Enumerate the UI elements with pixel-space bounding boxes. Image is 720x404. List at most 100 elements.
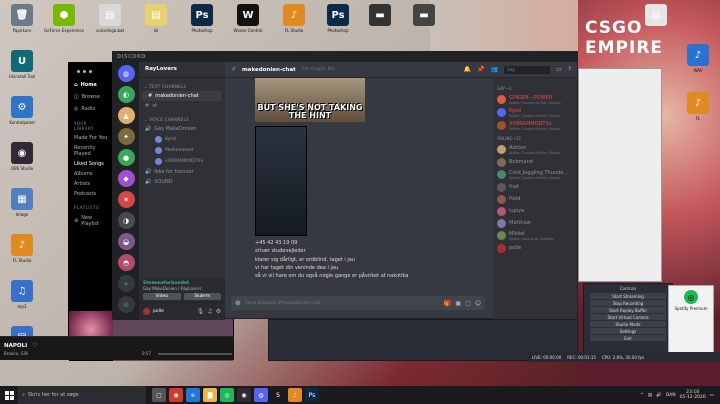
gif-icon[interactable]: ▣ bbox=[455, 300, 461, 307]
server-name[interactable]: RayLovers bbox=[139, 62, 225, 78]
desktop-icon[interactable]: ⬢ GeForce Experience bbox=[44, 4, 84, 33]
obs-preview-panel[interactable] bbox=[578, 68, 662, 282]
obs-control-button[interactable]: Stop Recording bbox=[590, 300, 666, 306]
explore-servers-icon[interactable]: ⊘ bbox=[117, 296, 135, 313]
screenshot-image[interactable] bbox=[255, 126, 307, 236]
taskbar-app-icon[interactable]: S bbox=[271, 388, 285, 402]
meme-image[interactable]: BUT SHE'S NOT TAKING THE HINT bbox=[255, 78, 365, 122]
avatar[interactable] bbox=[143, 308, 150, 315]
text-channel[interactable]: # xt bbox=[139, 101, 225, 111]
desktop-icon[interactable]: ◉ OBS Studio bbox=[2, 142, 42, 171]
server-icon[interactable]: ● bbox=[117, 149, 135, 166]
obs-control-button[interactable]: Settings bbox=[590, 328, 666, 334]
taskbar-app-icon[interactable]: ◉ bbox=[169, 388, 183, 402]
desktop-icon[interactable]: ⚙ Kontrolpanel bbox=[2, 96, 42, 125]
gift-icon[interactable]: 🎁 bbox=[444, 300, 451, 307]
add-attachment-icon[interactable]: ⊕ bbox=[235, 299, 241, 307]
desktop-icon[interactable]: Ps Photoshop bbox=[182, 4, 222, 33]
taskbar-app-icon[interactable]: ◉ bbox=[237, 388, 251, 402]
taskbar-app-icon[interactable]: ♪ bbox=[288, 388, 302, 402]
desktop-icon[interactable]: ♫ mp3 bbox=[2, 280, 42, 309]
search-input[interactable]: Søg bbox=[504, 65, 551, 74]
pin-icon[interactable]: 📌 bbox=[477, 66, 484, 73]
obs-control-button[interactable]: Studio Mode bbox=[590, 321, 666, 327]
voice-channel[interactable]: 🔊 Gay MakeDonien bbox=[139, 124, 225, 134]
track-artist[interactable]: Branco, Gilli bbox=[4, 351, 28, 356]
desktop-icon[interactable]: ▤ lol bbox=[136, 4, 176, 33]
voice-channel[interactable]: 🔊 Ikke for homoer bbox=[139, 167, 225, 177]
message-input[interactable]: ⊕ Send besked i #makedonien-chat 🎁 ▣ ▢ ☺ bbox=[231, 296, 485, 310]
member-item[interactable]: Matthew bbox=[493, 217, 577, 229]
member-item[interactable]: polle bbox=[493, 242, 577, 254]
server-icon[interactable]: ◓ bbox=[117, 254, 135, 271]
voice-user[interactable]: Meihemmed bbox=[139, 145, 225, 156]
member-item[interactable]: fnat bbox=[493, 181, 577, 193]
text-channel[interactable]: # makedonien-chat bbox=[142, 91, 222, 101]
help-icon[interactable]: ? bbox=[568, 66, 571, 73]
obs-control-button[interactable]: Start Virtual Camera bbox=[590, 314, 666, 320]
desktop-icon[interactable]: 🗑 Papirkurv bbox=[2, 4, 42, 33]
nav-radio[interactable]: ◎ Radio bbox=[69, 103, 113, 115]
emoji-icon[interactable]: ☺ bbox=[475, 300, 481, 307]
add-server-icon[interactable]: + bbox=[117, 275, 135, 292]
member-item[interactable]: Mikkel Spiller League of Legends bbox=[493, 229, 577, 242]
voice-channels-category[interactable]: ⌄ VOICE CHANNELS bbox=[139, 111, 225, 124]
obs-control-button[interactable]: Exit bbox=[590, 335, 666, 341]
server-icon[interactable]: ◒ bbox=[117, 233, 135, 250]
server-icon[interactable]: ◆ bbox=[117, 170, 135, 187]
gear-icon[interactable]: ⚙ bbox=[216, 308, 221, 315]
nav-browse[interactable]: ◫ Browse bbox=[69, 91, 113, 103]
video-button[interactable]: Video bbox=[143, 293, 181, 300]
member-item[interactable]: GINGER—POWER Spiller Counter-Strike: Glob… bbox=[493, 93, 577, 106]
network-icon[interactable]: ▤ bbox=[648, 393, 652, 398]
desktop-icon[interactable]: ▬ bbox=[404, 4, 444, 28]
taskbar-app-icon[interactable]: ◎ bbox=[220, 388, 234, 402]
library-item[interactable]: Artists bbox=[69, 179, 113, 189]
taskbar-app-icon[interactable]: ◍ bbox=[254, 388, 268, 402]
server-icon[interactable]: ✦ bbox=[117, 128, 135, 145]
member-item[interactable]: Kyrel Spiller Counter-Strike: Global... bbox=[493, 106, 577, 119]
text-channels-category[interactable]: ⌄ TEXT CHANNELS bbox=[139, 78, 225, 91]
library-item[interactable]: Liked Songs bbox=[69, 159, 113, 169]
heart-icon[interactable]: ♡ bbox=[32, 342, 37, 349]
voice-user[interactable]: Kyrel bbox=[139, 134, 225, 145]
sticker-icon[interactable]: ▢ bbox=[465, 300, 471, 307]
server-icon[interactable]: ▲ bbox=[117, 107, 135, 124]
library-item[interactable]: Podcasts bbox=[69, 189, 113, 199]
desktop-icon[interactable]: ♪ FL Studio bbox=[274, 4, 314, 33]
language-indicator[interactable]: DAN bbox=[666, 393, 676, 398]
desktop-icon[interactable]: ♪ FL bbox=[678, 92, 718, 121]
discord-window[interactable]: DISCORD ◍ ◐ ▲ ✦ ● ◆ ✶ ◑ ◒ ◓ + ⊘ RayLover… bbox=[112, 51, 578, 320]
mic-icon[interactable]: 🎙 bbox=[197, 308, 205, 315]
bell-icon[interactable]: 🔔 bbox=[464, 66, 471, 73]
server-icon[interactable]: ◑ bbox=[117, 212, 135, 229]
taskbar-search[interactable]: ⌕ Skriv her for at søge bbox=[18, 386, 146, 404]
server-icon[interactable]: ✶ bbox=[117, 191, 135, 208]
discord-titlebar[interactable]: DISCORD bbox=[113, 52, 577, 62]
library-item[interactable]: Recently Played bbox=[69, 143, 113, 159]
desktop-icon[interactable]: ▤ bbox=[636, 4, 676, 28]
desktop-icon[interactable]: W Waves Central bbox=[228, 4, 268, 33]
taskbar-app-icon[interactable]: ▢ bbox=[152, 388, 166, 402]
server-icon[interactable]: ◐ bbox=[117, 86, 135, 103]
chevron-up-icon[interactable]: ^ bbox=[640, 393, 644, 398]
desktop-icon[interactable]: ♪ WAV bbox=[678, 44, 718, 73]
inbox-icon[interactable]: ▭ bbox=[556, 66, 562, 73]
voice-user[interactable]: xXBRAMMODTXx bbox=[139, 156, 225, 167]
library-item[interactable]: Albums bbox=[69, 169, 113, 179]
new-playlist-button[interactable]: ⊕ New Playlist bbox=[69, 212, 113, 230]
spotify-shortcut[interactable]: ◎ Spotify Premium bbox=[668, 285, 714, 357]
headphones-icon[interactable]: ♫ bbox=[207, 308, 212, 315]
desktop-icon[interactable]: Ps Photoshop bbox=[318, 4, 358, 33]
notifications-icon[interactable]: ▭ bbox=[710, 393, 714, 398]
home-guild-icon[interactable]: ◍ bbox=[117, 65, 135, 82]
member-item[interactable]: Ashton Spiller Counter-Strike: Global... bbox=[493, 143, 577, 156]
obs-control-button[interactable]: Start Streaming bbox=[590, 293, 666, 299]
obs-control-button[interactable]: Start Replay Buffer bbox=[590, 307, 666, 313]
desktop-icon[interactable]: ▦ Image bbox=[2, 188, 42, 217]
progress-bar[interactable] bbox=[158, 353, 232, 355]
track-title[interactable]: NAPOLI bbox=[4, 343, 27, 349]
member-item[interactable]: Hald bbox=[493, 193, 577, 205]
nav-home[interactable]: ⌂ Home bbox=[69, 79, 113, 91]
start-button[interactable] bbox=[0, 386, 18, 404]
